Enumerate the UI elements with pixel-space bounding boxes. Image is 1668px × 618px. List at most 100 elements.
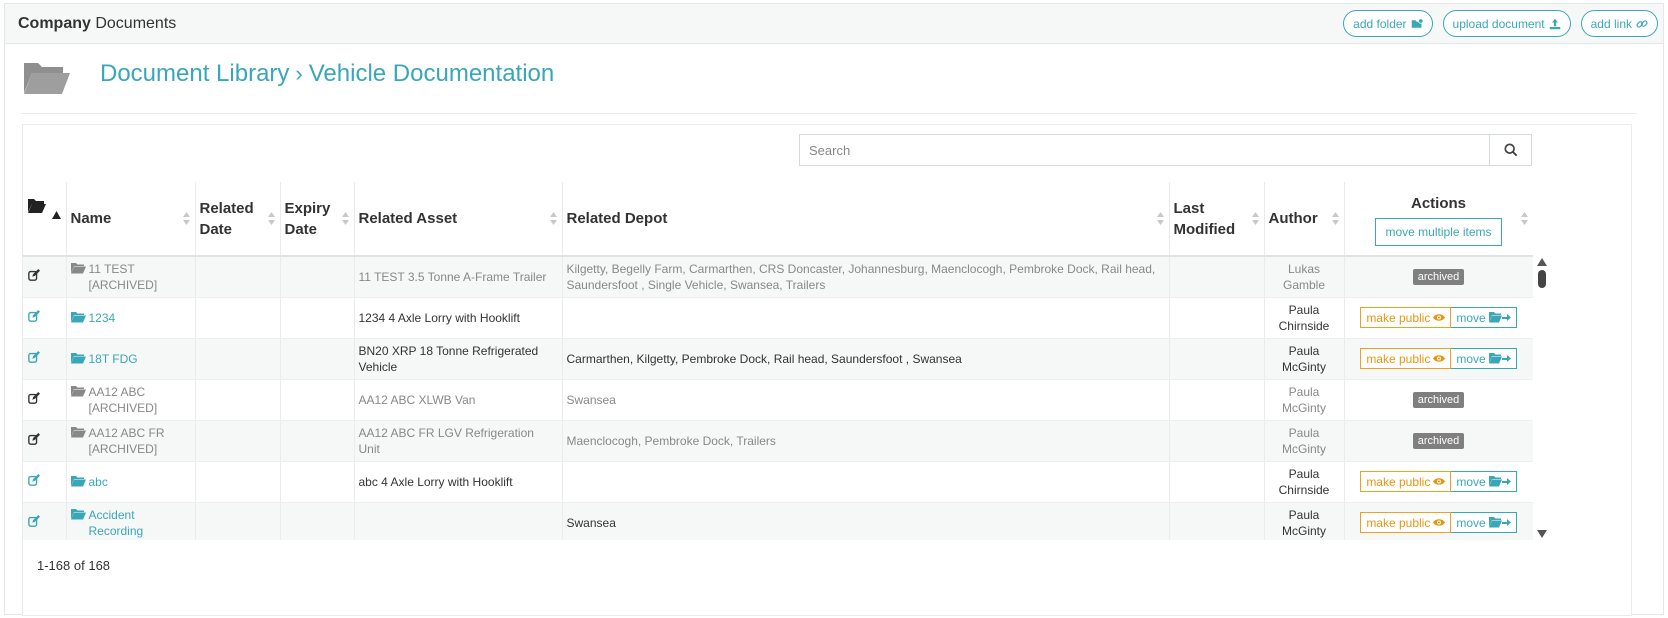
related-depot-column-header[interactable]: Related Depot xyxy=(562,182,1170,257)
document-name[interactable]: Accident Recording xyxy=(70,507,191,539)
last-modified-cell xyxy=(1169,256,1265,298)
table-row[interactable]: Accident Recording Swansea Paula McGinty mak… xyxy=(23,502,1533,540)
name-column-header[interactable]: Name xyxy=(66,182,196,257)
related-asset-cell: AA12 ABC FR LGV Refrigeration Unit xyxy=(354,420,563,462)
make-public-label: make public xyxy=(1366,351,1431,366)
make-public-button[interactable]: make public xyxy=(1360,512,1452,533)
edit-icon[interactable] xyxy=(28,268,40,281)
table-row[interactable]: 11 TEST [ARCHIVED] 11 TEST 3.5 Tonne A-Fra… xyxy=(23,256,1533,298)
related-asset-cell: AA12 ABC XLWB Van xyxy=(354,379,563,421)
actions-cell: archived xyxy=(1344,256,1533,298)
sort-icon xyxy=(267,212,275,225)
related-date-column-header[interactable]: Related Date xyxy=(195,182,281,257)
breadcrumb-row: Document Library › Vehicle Documentation xyxy=(21,54,1637,114)
edit-icon[interactable] xyxy=(28,350,40,363)
archived-suffix: [ARCHIVED] xyxy=(88,400,158,415)
move-label: move xyxy=(1456,515,1486,530)
author-cell: Paula Chirnside xyxy=(1264,461,1345,503)
document-name-text: 11 TEST xyxy=(88,261,135,276)
document-name[interactable]: abc xyxy=(70,474,191,490)
add-folder-label: add folder xyxy=(1353,16,1407,31)
make-public-button[interactable]: make public xyxy=(1360,348,1452,369)
actions-header-label: Actions xyxy=(1410,195,1466,212)
make-public-button[interactable]: make public xyxy=(1360,471,1452,492)
document-name-text: Accident Recording xyxy=(88,507,144,538)
document-name[interactable]: 1234 xyxy=(70,310,191,326)
table-body: 11 TEST [ARCHIVED] 11 TEST 3.5 Tonne A-Fra… xyxy=(23,256,1533,540)
actions-cell: make public move xyxy=(1344,297,1533,339)
table-row[interactable]: abc abc 4 Axle Lorry with Hooklift Paula Ch… xyxy=(23,461,1533,503)
actions-cell: make public move xyxy=(1344,502,1533,540)
move-multiple-items-button[interactable]: move multiple items xyxy=(1375,218,1502,246)
link-icon xyxy=(1636,19,1648,28)
related-date-cell xyxy=(195,297,281,339)
table-row[interactable]: AA12 ABC [ARCHIVED] AA12 ABC XLWB Van Swans… xyxy=(23,379,1533,421)
breadcrumb-root[interactable]: Document Library xyxy=(100,60,289,88)
search-icon xyxy=(1503,143,1517,157)
eye-icon xyxy=(1433,314,1446,321)
author-cell: Paula McGinty xyxy=(1264,338,1345,380)
edit-icon[interactable] xyxy=(28,514,40,527)
add-link-button[interactable]: add link xyxy=(1580,10,1658,37)
upload-document-button[interactable]: upload document xyxy=(1442,10,1571,37)
name-cell: Accident Recording xyxy=(66,502,196,540)
related-depot-cell xyxy=(562,461,1170,503)
related-depot-cell: Maenclocogh, Pembroke Dock, Trailers xyxy=(562,420,1170,462)
author-first-name: Paula xyxy=(1288,466,1320,481)
move-label: move xyxy=(1456,351,1486,366)
add-folder-button[interactable]: add folder xyxy=(1343,10,1433,37)
document-name-text: 18T FDG xyxy=(88,351,138,366)
document-name[interactable]: 11 TEST [ARCHIVED] xyxy=(70,261,191,293)
author-column-header[interactable]: Author xyxy=(1264,182,1345,257)
make-public-button[interactable]: make public xyxy=(1360,307,1452,328)
move-button[interactable]: move xyxy=(1451,471,1517,492)
make-public-label: make public xyxy=(1366,474,1431,489)
edit-icon[interactable] xyxy=(28,309,40,322)
author-last-name: McGinty xyxy=(1281,441,1326,456)
author-first-name: Paula xyxy=(1288,302,1320,317)
edit-cell xyxy=(23,502,67,540)
actions-column-header[interactable]: Actions move multiple items xyxy=(1344,182,1533,257)
expiry-date-column-header[interactable]: Expiry Date xyxy=(280,182,355,257)
documents-table-panel: Name Related Date Expiry Date Related As… xyxy=(22,124,1632,616)
related-asset-column-header[interactable]: Related Asset xyxy=(354,182,563,257)
document-name[interactable]: 18T FDG xyxy=(70,351,191,367)
table-row[interactable]: 18T FDG BN20 XRP 18 Tonne Refrigerated Ve… xyxy=(23,338,1533,380)
table-scrollbar[interactable] xyxy=(1535,258,1549,538)
edit-icon[interactable] xyxy=(28,473,40,486)
related-date-cell xyxy=(195,379,281,421)
author-header-label: Author xyxy=(1268,210,1318,227)
table-scroll-area: Name Related Date Expiry Date Related As… xyxy=(23,182,1533,540)
breadcrumb: Document Library › Vehicle Documentation xyxy=(100,60,554,88)
document-name-text: 1234 xyxy=(88,310,116,325)
search-button[interactable] xyxy=(1489,135,1531,165)
table-row[interactable]: AA12 ABC FR [ARCHIVED] AA12 ABC FR LGV Ref… xyxy=(23,420,1533,462)
related-date-cell xyxy=(195,502,281,540)
make-public-label: make public xyxy=(1366,515,1431,530)
related-asset-cell: BN20 XRP 18 Tonne Refrigerated Vehicle xyxy=(354,338,563,380)
document-name[interactable]: AA12 ABC [ARCHIVED] xyxy=(70,384,191,416)
author-last-name: Chirnside xyxy=(1278,482,1330,497)
archived-badge: archived xyxy=(1412,392,1465,408)
move-button[interactable]: move xyxy=(1451,307,1517,328)
document-name[interactable]: AA12 ABC FR [ARCHIVED] xyxy=(70,425,191,457)
move-button[interactable]: move xyxy=(1451,512,1517,533)
row-actions: make public move xyxy=(1360,348,1517,369)
edit-icon[interactable] xyxy=(28,432,40,445)
expiry-date-cell xyxy=(280,461,355,503)
eye-icon xyxy=(1433,355,1446,362)
document-name-text: AA12 ABC xyxy=(88,384,146,399)
type-column-header[interactable] xyxy=(23,182,67,257)
sort-icon xyxy=(1331,212,1339,225)
make-public-label: make public xyxy=(1366,310,1431,325)
last-modified-column-header[interactable]: Last Modified xyxy=(1169,182,1265,257)
search-input[interactable] xyxy=(800,135,1489,165)
edit-icon[interactable] xyxy=(28,391,40,404)
name-cell: abc xyxy=(66,461,196,503)
folder-open-icon xyxy=(28,199,46,213)
row-actions: make public move xyxy=(1360,307,1517,328)
breadcrumb-current[interactable]: Vehicle Documentation xyxy=(309,60,554,88)
table-row[interactable]: 1234 1234 4 Axle Lorry with Hooklift Paula… xyxy=(23,297,1533,339)
archived-suffix: [ARCHIVED] xyxy=(88,441,158,456)
move-button[interactable]: move xyxy=(1451,348,1517,369)
